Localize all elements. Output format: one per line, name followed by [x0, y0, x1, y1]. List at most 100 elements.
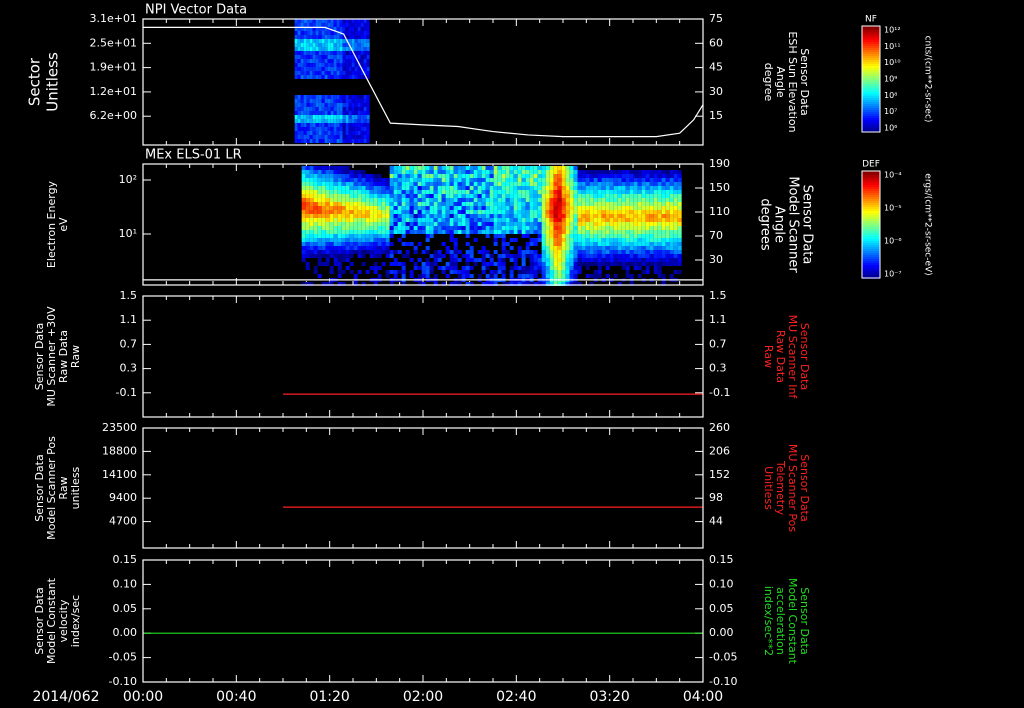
spectrogram-cell — [677, 230, 682, 234]
spectrogram-cell — [537, 226, 542, 230]
spectrogram-cell — [377, 274, 382, 278]
spectrogram-cell — [327, 135, 331, 139]
spectrogram-cell — [573, 182, 578, 186]
spectrogram-cell — [577, 226, 582, 230]
spectrogram-cell — [437, 214, 442, 218]
spectrogram-cell — [469, 194, 474, 198]
spectrogram-cell — [641, 206, 646, 210]
spectrogram-cell — [313, 198, 318, 202]
spectrogram-cell — [521, 226, 526, 230]
spectrogram-cell — [351, 39, 355, 43]
spectrogram-cell — [677, 174, 682, 178]
spectrogram-cell — [485, 266, 490, 270]
spectrogram-cell — [339, 99, 343, 103]
spectrogram-cell — [565, 250, 570, 254]
spectrogram-cell — [657, 174, 662, 178]
spectrogram-cell — [469, 230, 474, 234]
spectrogram-cell — [312, 35, 316, 39]
spectrogram-cell — [351, 75, 355, 79]
spectrogram-cell — [318, 67, 322, 71]
spectrogram-cell — [333, 242, 338, 246]
spectrogram-cell — [429, 190, 434, 194]
spectrogram-cell — [421, 210, 426, 214]
spectrogram-cell — [305, 206, 310, 210]
spectrogram-cell — [389, 214, 394, 218]
spectrogram-cell — [613, 174, 618, 178]
spectrogram-cell — [669, 274, 674, 278]
spectrogram-cell — [381, 234, 386, 238]
colorbar-swatch — [862, 257, 880, 259]
spectrogram-cell — [677, 182, 682, 186]
spectrogram-cell — [315, 63, 319, 67]
spectrogram-cell — [313, 266, 318, 270]
spectrogram-cell — [517, 202, 522, 206]
spectrogram-cell — [573, 266, 578, 270]
spectrogram-cell — [489, 206, 494, 210]
spectrogram-cell — [657, 238, 662, 242]
spectrogram-cell — [385, 242, 390, 246]
spectrogram-cell — [333, 59, 337, 63]
spectrogram-cell — [309, 222, 314, 226]
spectrogram-cell — [366, 63, 370, 67]
spectrogram-cell — [457, 214, 462, 218]
spectrogram-cell — [661, 210, 666, 214]
spectrogram-cell — [621, 178, 626, 182]
spectrogram-cell — [329, 246, 334, 250]
spectrogram-cell — [425, 274, 430, 278]
spectrogram-cell — [561, 182, 566, 186]
spectrogram-cell — [353, 194, 358, 198]
spectrogram-cell — [393, 218, 398, 222]
spectrogram-cell — [337, 230, 342, 234]
spectrogram-cell — [485, 210, 490, 214]
spectrogram-cell — [353, 210, 358, 214]
spectrogram-cell — [517, 246, 522, 250]
spectrogram-cell — [333, 39, 337, 43]
spectrogram-cell — [501, 234, 506, 238]
spectrogram-cell — [605, 186, 610, 190]
spectrogram-cell — [417, 206, 422, 210]
spectrogram-cell — [561, 254, 566, 258]
spectrogram-cell — [509, 254, 514, 258]
spectrogram-cell — [573, 270, 578, 274]
spectrogram-cell — [529, 222, 534, 226]
spectrogram-cell — [641, 218, 646, 222]
spectrogram-cell — [581, 202, 586, 206]
spectrogram-cell — [365, 214, 370, 218]
colorbar-swatch — [862, 100, 880, 102]
spectrogram-cell — [341, 258, 346, 262]
spectrogram-cell — [348, 27, 352, 31]
spectrogram-cell — [373, 230, 378, 234]
spectrogram-cell — [297, 139, 301, 143]
spectrogram-cell — [329, 202, 334, 206]
spectrogram-cell — [673, 206, 678, 210]
y-tick-label: 0.3 — [120, 362, 138, 375]
spectrogram-cell — [309, 166, 314, 170]
spectrogram-cell — [441, 178, 446, 182]
spectrogram-cell — [657, 218, 662, 222]
spectrogram-cell — [433, 206, 438, 210]
spectrogram-cell — [513, 258, 518, 262]
spectrogram-cell — [661, 170, 666, 174]
spectrogram-cell — [589, 250, 594, 254]
spectrogram-cell — [461, 230, 466, 234]
spectrogram-cell — [405, 242, 410, 246]
spectrogram-cell — [318, 131, 322, 135]
colorbar-swatch — [862, 96, 880, 98]
spectrogram-cell — [481, 198, 486, 202]
spectrogram-cell — [301, 222, 306, 226]
spectrogram-cell — [501, 238, 506, 242]
spectrogram-cell — [342, 95, 346, 99]
spectrogram-cell — [321, 127, 325, 131]
spectrogram-cell — [342, 111, 346, 115]
spectrogram-cell — [557, 206, 562, 210]
spectrogram-cell — [333, 71, 337, 75]
spectrogram-cell — [573, 202, 578, 206]
spectrogram-cell — [363, 55, 367, 59]
spectrogram-cell — [585, 170, 590, 174]
spectrogram-cell — [294, 131, 298, 135]
spectrogram-cell — [300, 47, 304, 51]
spectrogram-cell — [337, 270, 342, 274]
spectrogram-cell — [661, 174, 666, 178]
spectrogram-cell — [351, 31, 355, 35]
spectrogram-cell — [653, 182, 658, 186]
